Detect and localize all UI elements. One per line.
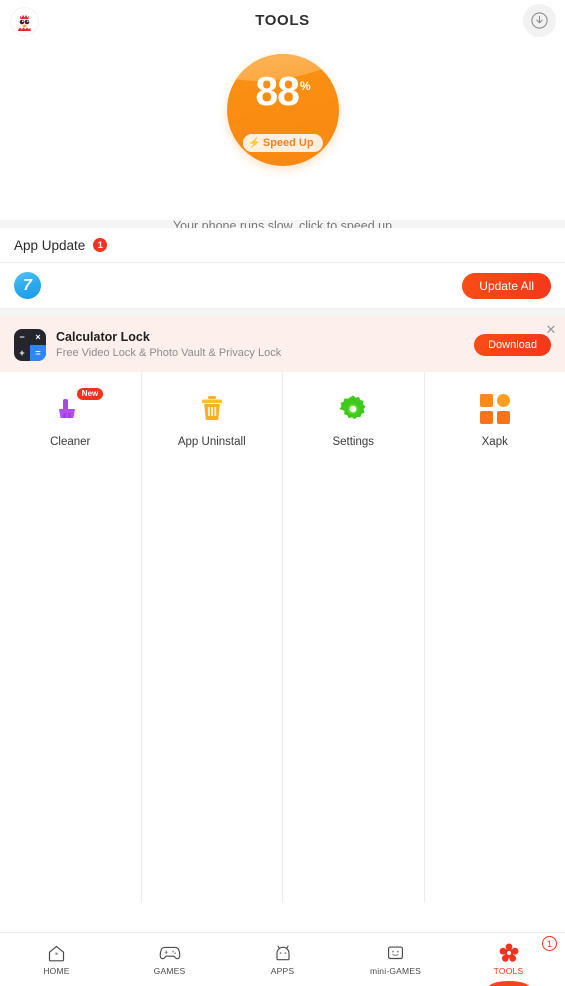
gear-icon bbox=[336, 392, 370, 426]
active-tab-indicator bbox=[487, 981, 530, 986]
ad-banner[interactable]: − × + = Calculator Lock Free Video Lock … bbox=[0, 317, 565, 372]
calculator-icon: − × + = bbox=[14, 328, 46, 361]
nav-item-tools[interactable]: TOOLS 1 bbox=[452, 933, 565, 986]
android-icon bbox=[273, 943, 293, 963]
calc-key-plus: + bbox=[19, 347, 25, 358]
bottom-navigation: HOME GAMES APPS mini-GAMES TOOLS 1 bbox=[0, 932, 565, 986]
nav-badge-tools: 1 bbox=[542, 936, 557, 951]
update-all-button[interactable]: Update All bbox=[462, 272, 551, 299]
calc-key-minus: − bbox=[19, 331, 25, 342]
trash-icon bbox=[195, 392, 229, 426]
speed-up-button[interactable]: ⚡ Speed Up bbox=[242, 134, 323, 152]
app-update-count-badge: 1 bbox=[93, 238, 108, 252]
tool-label: App Uninstall bbox=[177, 436, 246, 448]
tool-item-app-uninstall[interactable]: App Uninstall bbox=[142, 372, 283, 902]
xapk-square-2 bbox=[479, 411, 493, 424]
bolt-icon: ⚡ bbox=[248, 137, 261, 149]
nav-item-games[interactable]: GAMES bbox=[113, 933, 226, 986]
tool-item-settings[interactable]: Settings bbox=[283, 372, 425, 902]
section-divider-band-2 bbox=[0, 309, 565, 317]
app-screen: TOOLS 88% ⚡ Speed Up Your phone runs slo… bbox=[0, 0, 565, 986]
speed-up-label: Speed Up bbox=[262, 137, 314, 149]
page-title: TOOLS bbox=[255, 12, 310, 29]
calc-key-equals: = bbox=[30, 344, 46, 361]
tool-label: Cleaner bbox=[50, 436, 91, 448]
tool-item-cleaner[interactable]: New Cleaner bbox=[0, 372, 142, 902]
ad-text-block: Calculator Lock Free Video Lock & Photo … bbox=[56, 330, 474, 359]
gamepad-icon bbox=[159, 943, 181, 963]
calc-key-multiply: × bbox=[35, 331, 41, 342]
new-badge: New bbox=[76, 388, 104, 400]
nav-item-home[interactable]: HOME bbox=[0, 933, 113, 986]
app-update-row[interactable]: 7 Update All bbox=[0, 263, 565, 309]
tool-item-xapk[interactable]: Xapk bbox=[425, 372, 565, 902]
app-header: TOOLS bbox=[0, 0, 565, 42]
close-icon[interactable]: ✕ bbox=[543, 322, 559, 338]
xapk-square-1 bbox=[479, 394, 493, 407]
gauge-value-row: 88% bbox=[227, 71, 339, 112]
speed-gauge[interactable]: 88% ⚡ Speed Up bbox=[226, 54, 339, 166]
tool-label: Settings bbox=[332, 436, 375, 448]
app-update-header: App Update 1 bbox=[0, 228, 565, 263]
nav-label: TOOLS bbox=[493, 966, 524, 976]
flower-gear-icon bbox=[499, 943, 519, 963]
ad-subtitle: Free Video Lock & Photo Vault & Privacy … bbox=[56, 347, 282, 359]
ad-title: Calculator Lock bbox=[56, 330, 150, 344]
ad-download-button[interactable]: Download bbox=[474, 333, 551, 356]
tools-grid: New Cleaner App Uninstall Settings Xapk bbox=[0, 372, 565, 902]
nav-item-apps[interactable]: APPS bbox=[226, 933, 339, 986]
nav-label: HOME bbox=[43, 966, 70, 976]
gauge-unit: % bbox=[299, 79, 311, 94]
app-update-title: App Update bbox=[14, 237, 86, 253]
speed-up-card[interactable]: 88% ⚡ Speed Up Your phone runs slow, cli… bbox=[0, 42, 565, 249]
nav-label: mini-GAMES bbox=[369, 966, 422, 976]
broom-icon: New bbox=[53, 388, 104, 426]
smiley-screen-icon bbox=[386, 943, 405, 963]
xapk-circle bbox=[496, 394, 510, 407]
nav-label: APPS bbox=[270, 966, 295, 976]
nav-label: GAMES bbox=[153, 966, 186, 976]
app-icon[interactable]: 7 bbox=[14, 272, 41, 299]
home-icon bbox=[47, 943, 66, 963]
tool-label: Xapk bbox=[481, 436, 508, 448]
nav-item-mini-games[interactable]: mini-GAMES bbox=[339, 933, 452, 986]
gauge-circle: 88% ⚡ Speed Up bbox=[226, 54, 339, 166]
gauge-value: 88 bbox=[255, 68, 300, 114]
xapk-square-3 bbox=[496, 411, 510, 424]
download-circle-icon[interactable] bbox=[523, 4, 556, 37]
xapk-icon bbox=[478, 392, 512, 426]
